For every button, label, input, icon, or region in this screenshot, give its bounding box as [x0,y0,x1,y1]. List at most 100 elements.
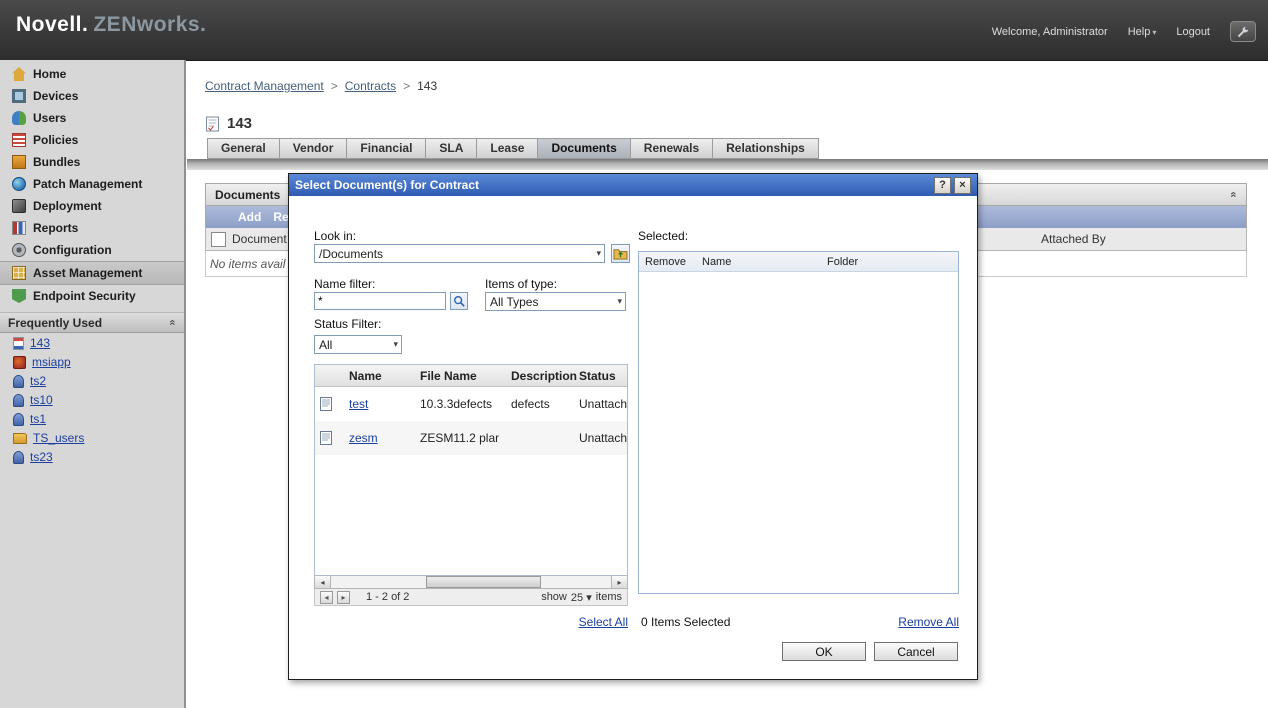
page-next-button[interactable]: ▸ [337,591,350,604]
sidebar-item-home[interactable]: Home [0,63,184,85]
table-row[interactable]: zesm ZESM11.2 plan Unattached [315,421,627,455]
name-filter-input[interactable] [314,292,446,310]
frequent-item-ts2[interactable]: ts2 [0,372,184,390]
folder-up-icon [613,247,628,260]
sidebar-item-bundles[interactable]: Bundles [0,151,184,173]
logout-link[interactable]: Logout [1176,26,1210,38]
breadcrumb-current: 143 [417,79,437,93]
scrollbar-thumb[interactable] [426,576,541,588]
tab-lease[interactable]: Lease [477,138,538,159]
selected-documents-box: Remove Name Folder [638,251,959,594]
tab-general[interactable]: General [207,138,280,159]
col-remove: Remove [639,256,696,268]
document-name-link[interactable]: test [349,397,368,411]
sidebar-nav: Home Devices Users Policies Bundles Patc… [0,60,184,307]
frequent-item-ts23[interactable]: ts23 [0,448,184,466]
cancel-button[interactable]: Cancel [874,642,958,661]
help-menu[interactable]: Help▾ [1128,26,1157,38]
scroll-right-button[interactable]: ▸ [611,576,627,588]
tab-documents[interactable]: Documents [538,138,630,159]
tab-relationships[interactable]: Relationships [713,138,819,159]
add-link[interactable]: Add [238,210,261,224]
dropdown-caret-icon: ▾ [596,248,601,259]
frequent-item-ts1[interactable]: ts1 [0,410,184,428]
reports-icon [12,221,26,235]
panel-collapse-chevron-icon[interactable]: » [1228,191,1239,197]
frequently-used-header[interactable]: Frequently Used » [0,312,184,333]
scroll-left-button[interactable]: ◂ [315,576,331,588]
select-all-link[interactable]: Select All [579,615,628,629]
tab-sla[interactable]: SLA [426,138,477,159]
col-name: Name [337,369,408,383]
search-button[interactable] [450,292,468,310]
folder-icon [13,433,27,444]
dropdown-caret-icon: ▾ [393,339,398,350]
table-row[interactable]: test 10.3.3defects defects Unattached [315,387,627,421]
selected-box-header: Remove Name Folder [639,252,958,272]
tab-bar: General Vendor Financial SLA Lease Docum… [207,138,819,159]
collapse-chevron-icon[interactable]: » [167,319,178,325]
select-all-checkbox[interactable] [211,232,226,247]
dialog-titlebar[interactable]: Select Document(s) for Contract ? × [289,174,977,196]
breadcrumb-contract-management[interactable]: Contract Management [205,79,324,93]
dialog-help-button[interactable]: ? [934,177,951,194]
horizontal-scrollbar[interactable]: ◂ ▸ [314,576,628,589]
devices-icon [12,89,26,103]
selected-label: Selected: [638,229,688,243]
sidebar-item-endpoint-security[interactable]: Endpoint Security [0,285,184,307]
sidebar-item-reports[interactable]: Reports [0,217,184,239]
col-file-name: File Name [408,369,499,383]
breadcrumb-contracts[interactable]: Contracts [345,79,396,93]
tab-vendor[interactable]: Vendor [280,138,348,159]
document-name-link[interactable]: zesm [349,431,378,445]
sidebar-item-asset-management[interactable]: Asset Management [0,261,184,285]
search-icon [453,295,465,307]
attached-by-column-header: Attached By [1041,232,1106,246]
frequent-item-143[interactable]: 143 [0,334,184,352]
frequently-used-list: 143 msiapp ts2 ts10 ts1 TS_users ts23 [0,334,184,466]
items-of-type-label: Items of type: [485,277,557,291]
sidebar-item-configuration[interactable]: Configuration [0,239,184,261]
select-all-row: Select All [314,615,628,630]
sidebar: Home Devices Users Policies Bundles Patc… [0,60,186,708]
policies-icon [12,133,26,147]
ok-button[interactable]: OK [782,642,866,661]
frequent-item-ts-users[interactable]: TS_users [0,429,184,447]
remove-all-link[interactable]: Remove All [898,615,959,629]
frequent-item-ts10[interactable]: ts10 [0,391,184,409]
bundles-icon [12,155,26,169]
name-filter-label: Name filter: [314,277,375,291]
sidebar-item-users[interactable]: Users [0,107,184,129]
document-icon [320,397,332,411]
contract-document-icon [205,116,220,132]
look-in-dropdown[interactable]: /Documents ▾ [314,244,605,263]
dialog-title: Select Document(s) for Contract [295,178,479,192]
remove-link[interactable]: Re [273,210,288,224]
documents-table-header: Name File Name Description Status [315,365,627,387]
header-right-cluster: Welcome, Administrator Help▾ Logout [992,21,1256,42]
sidebar-item-patch-management[interactable]: Patch Management [0,173,184,195]
asset-management-icon [12,266,26,280]
items-of-type-dropdown[interactable]: All Types ▾ [485,292,626,311]
sidebar-item-policies[interactable]: Policies [0,129,184,151]
sidebar-item-deployment[interactable]: Deployment [0,195,184,217]
page-prev-button[interactable]: ◂ [320,591,333,604]
dropdown-caret-icon: ▾ [617,296,622,307]
dialog-close-button[interactable]: × [954,177,971,194]
show-count-dropdown[interactable]: 25 ▾ [571,591,592,604]
sidebar-item-devices[interactable]: Devices [0,85,184,107]
tab-renewals[interactable]: Renewals [631,138,713,159]
document-icon [320,431,332,445]
configuration-icon [12,243,26,257]
tab-financial[interactable]: Financial [347,138,426,159]
folder-up-button[interactable] [611,244,630,263]
page-title: 143 [205,115,252,132]
status-filter-dropdown[interactable]: All ▾ [314,335,402,354]
remove-all-row: Remove All [638,615,959,630]
user-icon [13,394,24,407]
frequent-item-msiapp[interactable]: msiapp [0,353,184,371]
settings-button[interactable] [1230,21,1256,42]
col-status: Status [567,369,627,383]
show-label: show [541,591,567,603]
scrollbar-track[interactable] [331,576,611,588]
